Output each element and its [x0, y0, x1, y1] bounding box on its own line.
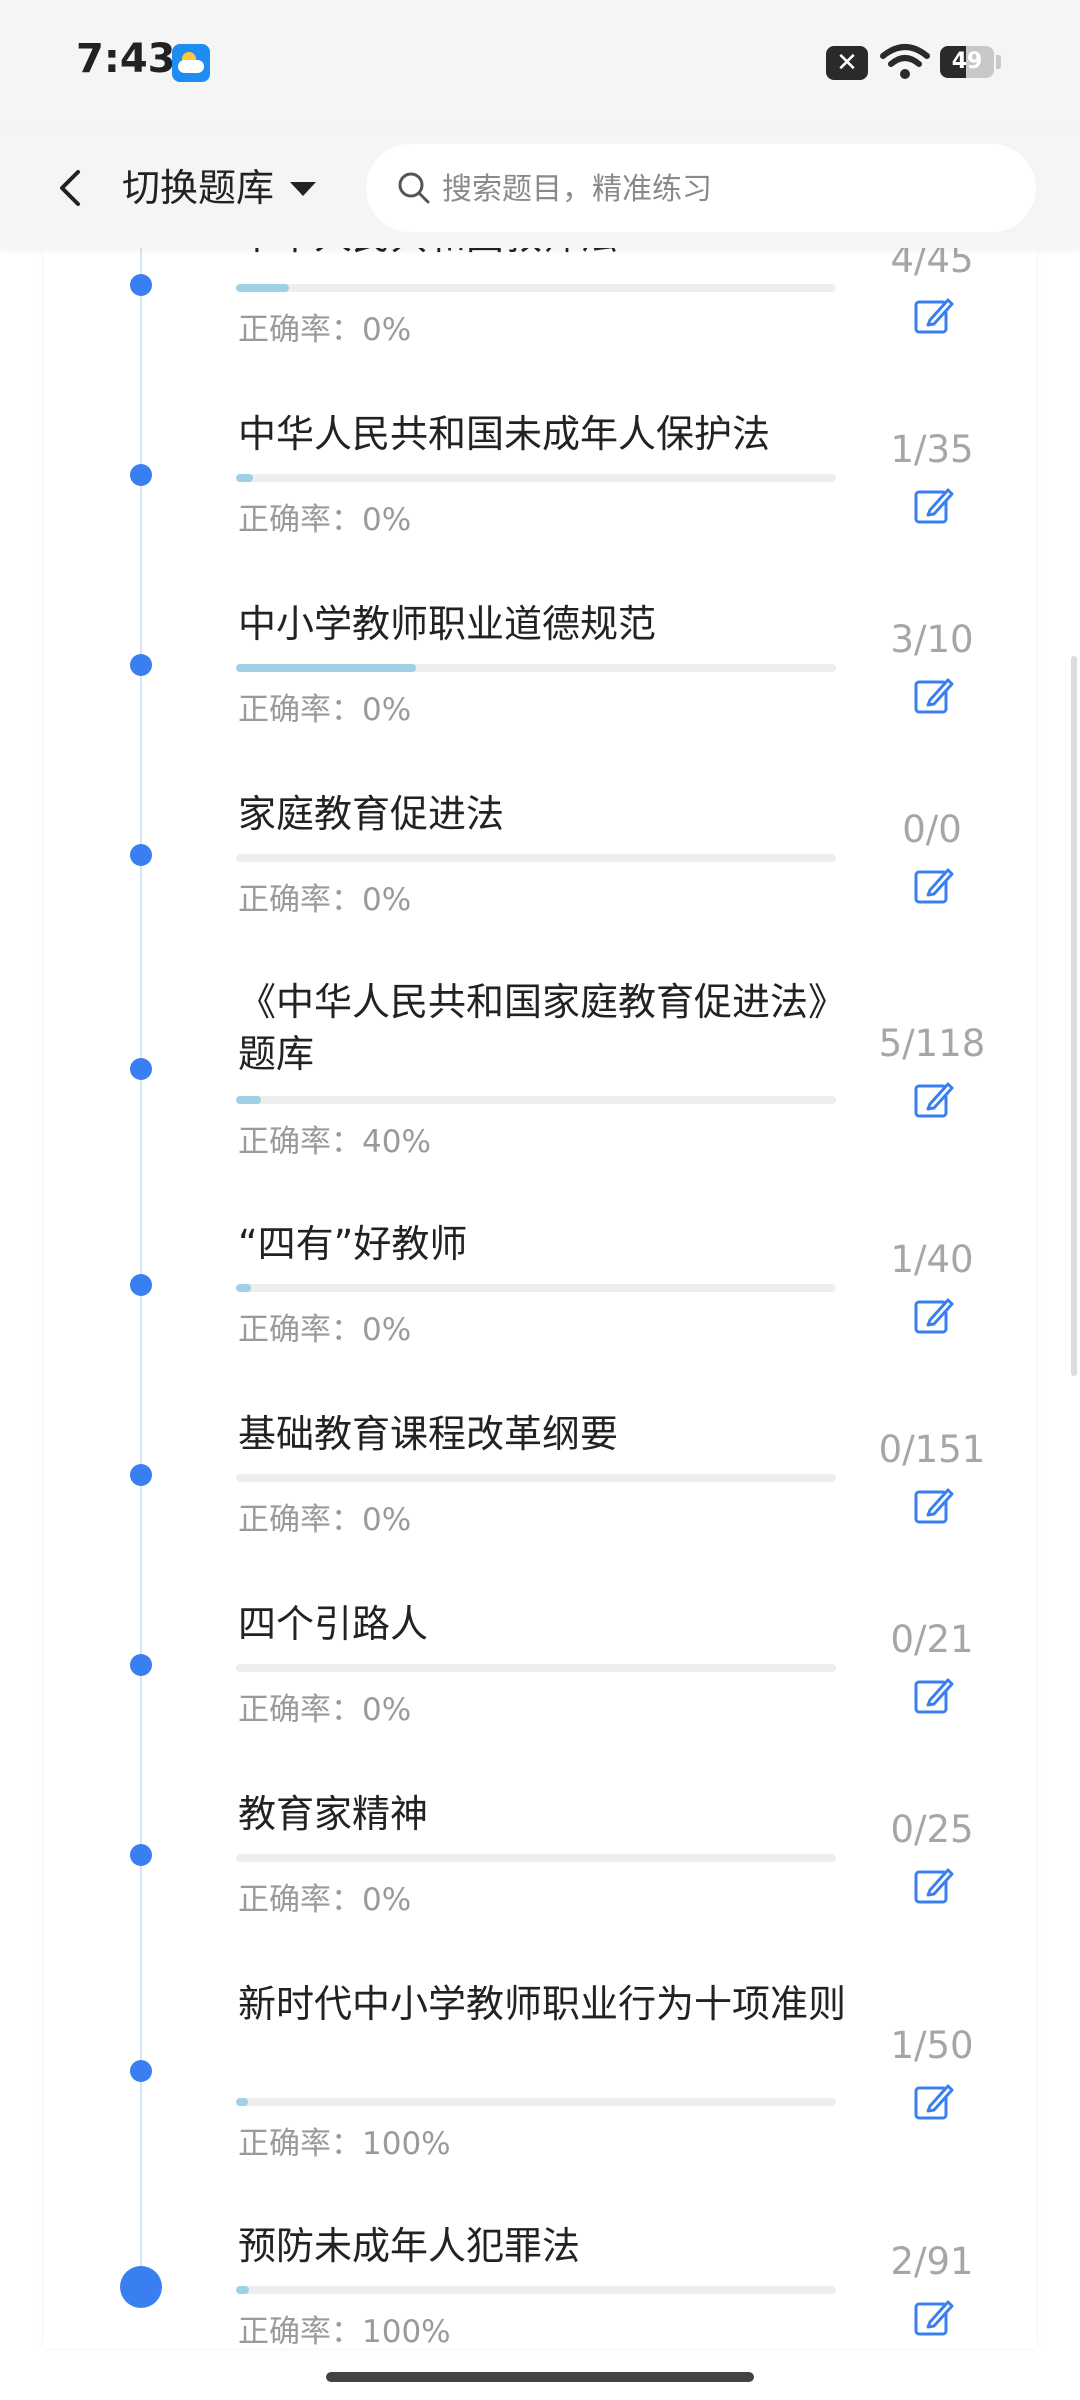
- item-title: 家庭教育促进法: [238, 792, 505, 836]
- progress-bar: [236, 1854, 836, 1862]
- edit-icon[interactable]: [912, 864, 956, 908]
- progress-bar: [236, 284, 836, 292]
- timeline-dot: [130, 1274, 152, 1296]
- item-count: 0/21: [890, 1618, 974, 1661]
- weather-app-icon: [172, 44, 210, 82]
- progress-bar: [236, 854, 836, 862]
- edit-icon[interactable]: [912, 1078, 956, 1122]
- timeline-dot-current: [120, 2266, 162, 2308]
- search-input[interactable]: [440, 144, 1004, 234]
- item-title: 《中华人民共和国家庭教育促进法》题库: [238, 980, 847, 1076]
- edit-icon[interactable]: [912, 1484, 956, 1528]
- item-count: 0/25: [890, 1808, 974, 1851]
- switch-bank-button[interactable]: 切换题库: [122, 158, 274, 218]
- item-title: 教育家精神: [238, 1792, 429, 1836]
- item-count: 5/118: [878, 1022, 986, 1065]
- item-accuracy: 正确率：0%: [238, 692, 412, 728]
- item-accuracy: 正确率：0%: [238, 1312, 412, 1348]
- timeline-dot: [130, 1058, 152, 1080]
- timeline-dot: [130, 2060, 152, 2082]
- progress-bar: [236, 1474, 836, 1482]
- progress-bar: [236, 2286, 836, 2294]
- edit-icon[interactable]: [912, 2296, 956, 2340]
- timeline-dot: [130, 464, 152, 486]
- item-title: 新时代中小学教师职业行为十项准则: [238, 1982, 847, 2026]
- edit-icon[interactable]: [912, 2080, 956, 2124]
- item-accuracy: 正确率：0%: [238, 1882, 412, 1918]
- item-accuracy: 正确率：40%: [238, 1124, 431, 1160]
- timeline-line: [140, 248, 142, 2268]
- item-count: 1/40: [890, 1238, 974, 1281]
- item-title: 中小学教师职业道德规范: [238, 602, 657, 646]
- edit-icon[interactable]: [912, 1294, 956, 1338]
- progress-bar: [236, 1664, 836, 1672]
- timeline-dot: [130, 844, 152, 866]
- status-bar: 7:43 ✕ 49: [0, 0, 1080, 130]
- caret-down-icon[interactable]: [290, 182, 316, 196]
- status-time: 7:43: [76, 36, 176, 82]
- item-title: 中华人民共和国未成年人保护法: [238, 412, 771, 456]
- item-title: 预防未成年人犯罪法: [238, 2224, 581, 2268]
- edit-icon[interactable]: [912, 674, 956, 718]
- back-arrow-icon[interactable]: [44, 160, 100, 216]
- timeline-dot: [130, 1844, 152, 1866]
- item-count: 4/45: [890, 248, 974, 281]
- item-count: 2/91: [890, 2240, 974, 2283]
- item-accuracy: 正确率：0%: [238, 312, 412, 348]
- item-count: 1/35: [890, 428, 974, 471]
- item-accuracy: 正确率：100%: [238, 2126, 451, 2162]
- item-accuracy: 正确率：100%: [238, 2314, 451, 2348]
- battery-icon: 49: [940, 46, 994, 78]
- home-indicator[interactable]: [326, 2372, 754, 2382]
- edit-icon[interactable]: [912, 484, 956, 528]
- item-title: “四有”好教师: [238, 1222, 468, 1266]
- progress-bar: [236, 664, 836, 672]
- battery-level: 49: [951, 49, 983, 74]
- timeline-dot: [130, 1654, 152, 1676]
- item-count: 1/50: [890, 2024, 974, 2067]
- search-box[interactable]: [366, 144, 1036, 234]
- item-accuracy: 正确率：0%: [238, 502, 412, 538]
- search-icon: [398, 172, 430, 204]
- edit-icon[interactable]: [912, 294, 956, 338]
- scrollbar[interactable]: [1071, 656, 1077, 1376]
- top-bar: 切换题库: [0, 130, 1080, 248]
- edit-icon[interactable]: [912, 1864, 956, 1908]
- item-accuracy: 正确率：0%: [238, 1692, 412, 1728]
- item-title: 中华人民共和国教师法: [238, 248, 858, 262]
- edit-icon[interactable]: [912, 1674, 956, 1718]
- wifi-icon: [880, 44, 930, 79]
- item-title: 基础教育课程改革纲要: [238, 1412, 619, 1456]
- timeline-dot: [130, 1464, 152, 1486]
- item-count: 0/151: [878, 1428, 986, 1471]
- timeline-dot: [130, 654, 152, 676]
- progress-bar: [236, 474, 836, 482]
- progress-bar: [236, 2098, 836, 2106]
- no-sim-icon: ✕: [826, 46, 868, 80]
- progress-bar: [236, 1284, 836, 1292]
- item-count: 0/0: [902, 808, 962, 851]
- question-bank-list: 中华人民共和国教师法 正确率：0% 4/45 中华人民共和国未成年人保护法 正确…: [44, 248, 1036, 2348]
- item-accuracy: 正确率：0%: [238, 1502, 412, 1538]
- progress-bar: [236, 1096, 836, 1104]
- item-accuracy: 正确率：0%: [238, 882, 412, 918]
- timeline-dot: [130, 274, 152, 296]
- item-title: 四个引路人: [238, 1602, 429, 1646]
- item-count: 3/10: [890, 618, 974, 661]
